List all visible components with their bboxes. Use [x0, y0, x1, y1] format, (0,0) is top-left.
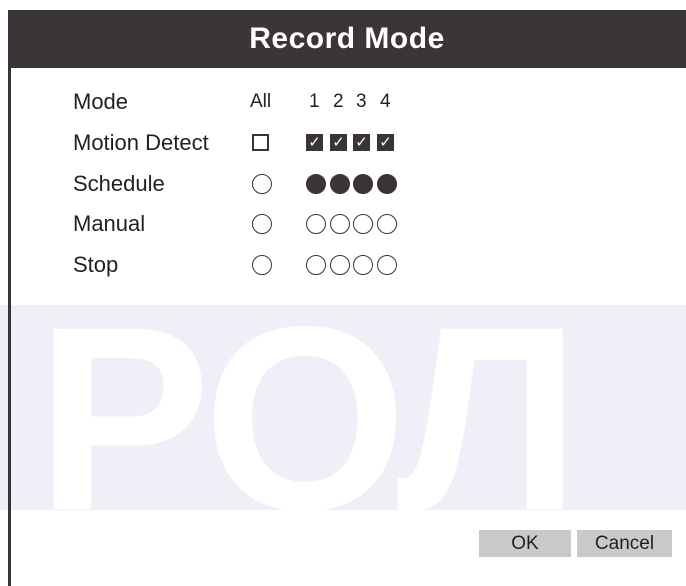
mode-row-motion-detect: Motion Detect ✓ ✓ ✓ ✓: [73, 128, 433, 158]
schedule-channel-3-radio[interactable]: [353, 174, 373, 194]
mode-column-label: Mode: [73, 89, 129, 114]
manual-channel-2-radio[interactable]: [330, 214, 350, 234]
mode-label-manual: Manual: [73, 211, 146, 236]
mode-header-row: Mode All 1 2 3 4: [73, 87, 433, 117]
manual-channel-4-radio[interactable]: [377, 214, 397, 234]
channel-1-label: 1: [309, 91, 320, 112]
mode-row-manual: Manual: [73, 209, 433, 239]
mode-label-motion-detect: Motion Detect: [73, 130, 209, 155]
channel-3-label: 3: [356, 91, 367, 112]
cancel-button[interactable]: Cancel: [577, 530, 672, 557]
dialog-title: Record Mode: [8, 10, 686, 68]
motion-detect-channel-2-checkbox[interactable]: ✓: [330, 134, 347, 151]
dialog-left-border: [8, 68, 11, 586]
schedule-channel-1-radio[interactable]: [306, 174, 326, 194]
stop-channel-3-radio[interactable]: [353, 255, 373, 275]
watermark-text: РОЛ: [36, 272, 580, 565]
stop-channel-2-radio[interactable]: [330, 255, 350, 275]
schedule-channel-4-radio[interactable]: [377, 174, 397, 194]
manual-channel-1-radio[interactable]: [306, 214, 326, 234]
stop-channel-4-radio[interactable]: [377, 255, 397, 275]
manual-all-radio[interactable]: [252, 214, 272, 234]
channel-2-label: 2: [333, 91, 344, 112]
schedule-all-radio[interactable]: [252, 174, 272, 194]
channel-4-label: 4: [380, 91, 391, 112]
motion-detect-all-checkbox[interactable]: [252, 134, 269, 151]
stop-all-radio[interactable]: [252, 255, 272, 275]
motion-detect-channel-1-checkbox[interactable]: ✓: [306, 134, 323, 151]
mode-row-stop: Stop: [73, 250, 433, 280]
mode-row-schedule: Schedule: [73, 169, 433, 199]
all-column-label: All: [250, 91, 272, 112]
stop-channel-1-radio[interactable]: [306, 255, 326, 275]
motion-detect-channel-3-checkbox[interactable]: ✓: [353, 134, 370, 151]
motion-detect-channel-4-checkbox[interactable]: ✓: [377, 134, 394, 151]
schedule-channel-2-radio[interactable]: [330, 174, 350, 194]
mode-label-schedule: Schedule: [73, 171, 165, 196]
manual-channel-3-radio[interactable]: [353, 214, 373, 234]
ok-button[interactable]: OK: [479, 530, 571, 557]
mode-label-stop: Stop: [73, 252, 119, 277]
